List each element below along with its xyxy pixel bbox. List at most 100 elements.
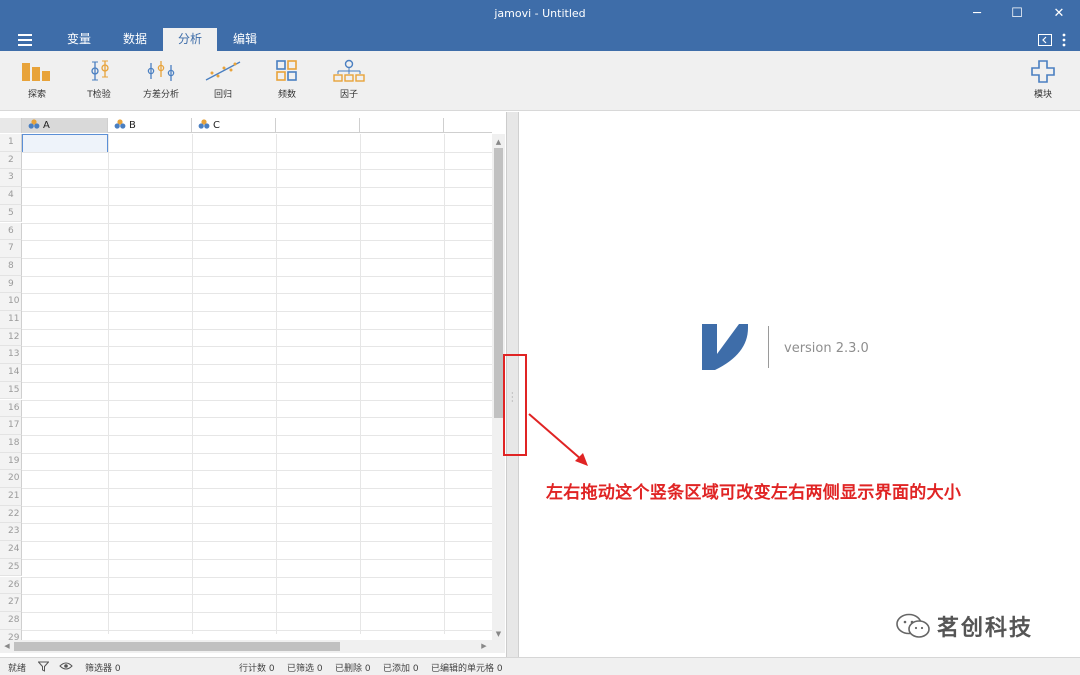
row-header[interactable]: 20 <box>0 470 22 488</box>
eye-icon[interactable] <box>59 661 73 671</box>
row-header[interactable]: 11 <box>0 311 22 329</box>
filter-icon[interactable] <box>38 661 49 672</box>
explore-button[interactable]: 探索 <box>11 59 63 105</box>
grid-row-line <box>22 187 492 189</box>
factor-button[interactable]: 因子 <box>323 59 375 105</box>
scroll-right-icon[interactable]: ▶ <box>478 640 490 653</box>
tab-variables[interactable]: 变量 <box>56 28 102 51</box>
row-header[interactable]: 24 <box>0 541 22 559</box>
row-header[interactable]: 3 <box>0 169 22 188</box>
ttest-button[interactable]: T检验 <box>73 59 125 105</box>
grid-column-line <box>192 134 193 634</box>
analyses-ribbon: 探索 T检验 方差分析 回归 频数 因子 模块 <box>0 51 1080 111</box>
anova-icon <box>147 61 175 81</box>
row-header[interactable]: 17 <box>0 417 22 435</box>
select-all-corner[interactable] <box>0 118 22 133</box>
modules-button[interactable]: 模块 <box>1017 59 1069 105</box>
maximize-button[interactable]: ☐ <box>1002 4 1032 24</box>
hamburger-menu-icon[interactable] <box>18 34 32 46</box>
ttest-label: T检验 <box>87 90 111 100</box>
grid-row-line <box>22 381 492 383</box>
scroll-down-icon[interactable]: ▼ <box>492 628 505 640</box>
factor-label: 因子 <box>339 90 358 100</box>
grid-column-line <box>276 134 277 634</box>
column-name: B <box>129 120 136 131</box>
nominal-variable-icon <box>198 119 210 129</box>
grid-row-line <box>22 470 492 472</box>
row-header[interactable]: 28 <box>0 611 22 630</box>
vertical-scroll-thumb[interactable] <box>494 148 503 418</box>
grid-row-line <box>22 240 492 242</box>
panel-toggle-icon[interactable] <box>1038 34 1052 46</box>
row-header[interactable]: 22 <box>0 505 22 524</box>
scroll-up-icon[interactable]: ▲ <box>492 136 505 148</box>
frequencies-button[interactable]: 频数 <box>261 59 313 105</box>
row-header[interactable]: 21 <box>0 488 22 506</box>
grid-row-line <box>22 576 492 578</box>
scroll-left-icon[interactable]: ◀ <box>1 640 13 653</box>
row-header[interactable]: 5 <box>0 204 22 223</box>
logo-divider <box>768 326 769 368</box>
tab-edit[interactable]: 编辑 <box>222 28 268 51</box>
row-header[interactable]: 19 <box>0 452 22 471</box>
column-header-c[interactable]: C <box>192 118 276 133</box>
grid-row-line <box>22 558 492 560</box>
more-vertical-icon[interactable] <box>1062 33 1066 47</box>
watermark-text: 茗创科技 <box>937 616 1034 641</box>
row-header[interactable]: 14 <box>0 364 22 382</box>
row-header[interactable]: 13 <box>0 346 22 365</box>
data-grid[interactable] <box>22 134 492 634</box>
frequencies-icon <box>276 60 297 81</box>
regression-label: 回归 <box>213 90 232 100</box>
column-header-e[interactable] <box>360 118 444 133</box>
main-tab-bar: 变量 数据 分析 编辑 <box>0 28 1080 51</box>
close-button[interactable]: ✕ <box>1044 4 1074 24</box>
row-header[interactable]: 25 <box>0 558 22 577</box>
row-header[interactable]: 10 <box>0 293 22 311</box>
grid-row-line <box>22 222 492 224</box>
tab-analyses[interactable]: 分析 <box>163 28 217 51</box>
row-header[interactable]: 2 <box>0 151 22 170</box>
row-header[interactable]: 6 <box>0 222 22 241</box>
grid-row-line <box>22 541 492 543</box>
row-header[interactable]: 4 <box>0 187 22 205</box>
nominal-variable-icon <box>114 119 126 129</box>
anova-button[interactable]: 方差分析 <box>135 59 187 105</box>
factor-icon <box>333 59 365 82</box>
grid-row-line <box>22 399 492 401</box>
row-header[interactable]: 12 <box>0 328 22 347</box>
row-header[interactable]: 1 <box>0 134 22 152</box>
window-title: jamovi - Untitled <box>494 7 586 20</box>
grid-row-line <box>22 434 492 436</box>
row-header[interactable]: 23 <box>0 523 22 542</box>
grid-row-line <box>22 257 492 259</box>
grid-row-line <box>22 293 492 295</box>
row-header[interactable]: 16 <box>0 399 22 418</box>
grid-row-line <box>22 275 492 277</box>
spreadsheet-panel: A B C 1 2 3 4 5 6 7 8 9 10 11 12 13 14 15 16 17 18 19 20 21 2… <box>0 112 507 657</box>
grid-row-line <box>22 505 492 507</box>
active-cell[interactable] <box>22 134 108 153</box>
grid-column-line <box>444 134 445 634</box>
grid-row-line <box>22 488 492 489</box>
column-header-b[interactable]: B <box>108 118 192 133</box>
column-name: A <box>43 120 50 131</box>
grid-column-line <box>108 134 109 634</box>
row-header[interactable]: 9 <box>0 275 22 294</box>
row-header[interactable]: 15 <box>0 381 22 400</box>
horizontal-scrollbar[interactable]: ◀ ▶ <box>0 640 505 653</box>
row-header[interactable]: 18 <box>0 434 22 453</box>
row-header[interactable]: 7 <box>0 240 22 258</box>
column-header-a[interactable]: A <box>22 118 108 133</box>
tab-data[interactable]: 数据 <box>112 28 158 51</box>
row-header[interactable]: 8 <box>0 257 22 276</box>
row-header[interactable]: 27 <box>0 594 22 612</box>
column-header-d[interactable] <box>276 118 360 133</box>
grid-row-line <box>22 452 492 454</box>
annotation-text: 左右拖动这个竖条区域可改变左右两侧显示界面的大小 <box>546 483 962 503</box>
horizontal-scroll-thumb[interactable] <box>14 642 340 651</box>
explore-label: 探索 <box>27 90 46 100</box>
regression-button[interactable]: 回归 <box>197 59 249 105</box>
row-header[interactable]: 26 <box>0 576 22 595</box>
minimize-button[interactable]: ─ <box>962 4 992 24</box>
